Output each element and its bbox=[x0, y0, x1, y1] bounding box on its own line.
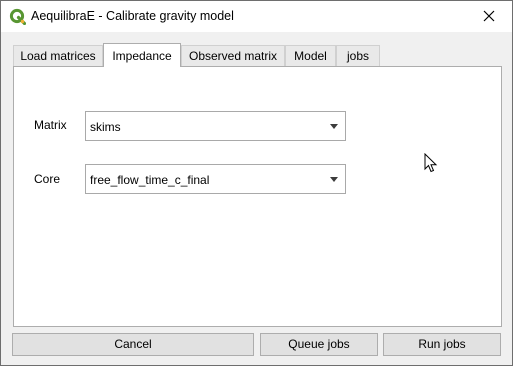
matrix-select-value: skims bbox=[90, 120, 121, 134]
dialog-window: AequilibraE - Calibrate gravity model Lo… bbox=[0, 0, 513, 366]
matrix-label: Matrix bbox=[34, 118, 67, 132]
tab-model[interactable]: Model bbox=[285, 45, 336, 66]
core-select-value: free_flow_time_c_final bbox=[90, 173, 210, 187]
tab-observed-matrix[interactable]: Observed matrix bbox=[181, 45, 285, 66]
chevron-down-icon bbox=[330, 177, 338, 182]
chevron-down-icon bbox=[330, 124, 338, 129]
matrix-select[interactable]: skims bbox=[85, 111, 346, 141]
run-jobs-button[interactable]: Run jobs bbox=[383, 333, 501, 356]
close-icon bbox=[483, 10, 495, 22]
queue-jobs-button[interactable]: Queue jobs bbox=[260, 333, 378, 356]
tab-load-matrices[interactable]: Load matrices bbox=[13, 45, 103, 66]
window-title: AequilibraE - Calibrate gravity model bbox=[31, 9, 234, 23]
tab-impedance[interactable]: Impedance bbox=[103, 43, 181, 67]
mouse-cursor-icon bbox=[424, 152, 438, 177]
tab-jobs[interactable]: jobs bbox=[336, 45, 380, 66]
core-label: Core bbox=[34, 172, 61, 186]
cancel-button[interactable]: Cancel bbox=[12, 333, 254, 356]
title-bar[interactable]: AequilibraE - Calibrate gravity model bbox=[1, 1, 512, 32]
core-select[interactable]: free_flow_time_c_final bbox=[85, 164, 346, 194]
close-button[interactable] bbox=[466, 1, 512, 32]
qgis-logo-icon bbox=[9, 8, 27, 26]
impedance-panel: Matrix skims Core free_flow_time_c_final bbox=[13, 66, 502, 327]
